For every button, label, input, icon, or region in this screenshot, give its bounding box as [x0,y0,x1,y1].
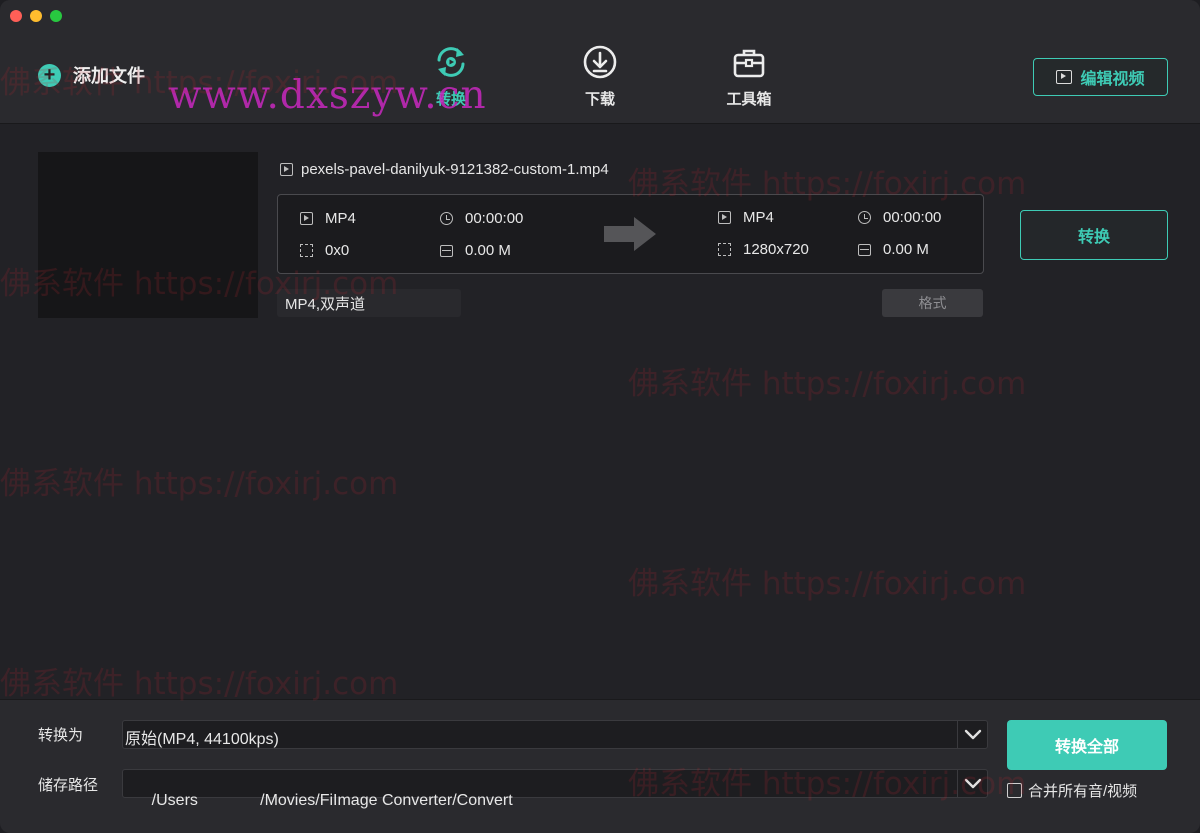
source-duration: 00:00:00 [440,210,523,227]
checkbox-icon[interactable] [1007,783,1022,798]
arrow-right-icon [604,217,656,251]
toolbar: + 添加文件 转换 下载 工具箱 编辑视频 [0,0,1200,124]
file-size-icon [858,243,871,256]
zoom-window-button[interactable] [50,10,62,22]
audio-track-select[interactable]: MP4,双声道 [277,289,461,317]
format-icon [300,212,313,225]
clock-icon [858,211,871,224]
video-file-icon [280,163,293,176]
window-controls [10,10,62,22]
file-size-icon [440,244,453,257]
watermark-text: 佛系软件 https://foxirj.com [628,566,1027,602]
watermark-text: 佛系软件 https://foxirj.com [628,366,1027,402]
convert-all-button[interactable]: 转换全部 [1007,720,1167,770]
tab-convert-label: 转换 [435,91,466,108]
file-name: pexels-pavel-danilyuk-9121382-custom-1.m… [301,161,609,178]
source-duration-value: 00:00:00 [465,210,524,227]
convert-button[interactable]: 转换 [1020,210,1168,260]
convert-refresh-icon [437,47,465,77]
convert-to-label: 转换为 [38,727,84,744]
save-path-select[interactable]: /Users /Movies/FiImage Converter/Convert [122,769,988,809]
close-window-button[interactable] [10,10,22,22]
source-resolution-value: 0x0 [325,242,350,259]
tab-toolbox[interactable]: 工具箱 [709,44,789,109]
target-duration: 00:00:00 [858,209,941,226]
plus-circle-icon: + [38,63,61,87]
target-duration-value: 00:00:00 [883,209,942,226]
file-name-row: pexels-pavel-danilyuk-9121382-custom-1.m… [280,161,609,178]
target-size-value: 0.00 M [883,241,929,258]
source-size-value: 0.00 M [465,242,511,259]
save-path-value: /Users /Movies/FiImage Converter/Convert [151,792,513,809]
add-file-button[interactable]: + 添加文件 [38,62,145,88]
clock-icon [440,212,453,225]
source-format: MP4 [300,210,356,227]
download-icon [583,45,617,79]
format-icon [718,211,731,224]
app-window: + 添加文件 转换 下载 工具箱 编辑视频 pexels-pavel-danil… [0,0,1200,833]
watermark-text: 佛系软件 https://foxirj.com [0,466,399,502]
toolbox-icon [733,49,765,78]
chevron-down-icon[interactable] [957,770,987,797]
format-button[interactable]: 格式 [882,289,983,317]
watermark-text: 佛系软件 https://foxirj.com [0,666,399,702]
save-path-label: 储存路径 [38,777,99,794]
convert-to-value: 原始(MP4, 44100kps) [125,731,279,748]
edit-video-label: 编辑视频 [1080,71,1145,88]
source-format-value: MP4 [325,210,356,227]
target-size: 0.00 M [858,241,929,258]
add-file-label: 添加文件 [73,66,145,86]
file-info-panel: MP4 00:00:00 0x0 0.00 M MP4 00:00:00 128… [277,194,984,274]
target-resolution-value: 1280x720 [743,241,809,258]
merge-all-checkbox[interactable]: 合并所有音/视频 [1007,780,1137,801]
target-format: MP4 [718,209,774,226]
resolution-icon [718,243,731,256]
target-format-value: MP4 [743,209,774,226]
tab-toolbox-label: 工具箱 [726,91,772,108]
chevron-down-icon[interactable] [957,721,987,748]
source-resolution: 0x0 [300,242,349,259]
target-resolution[interactable]: 1280x720 [718,241,809,258]
edit-video-button[interactable]: 编辑视频 [1033,58,1168,96]
resolution-icon [300,244,313,257]
convert-to-select[interactable]: 原始(MP4, 44100kps) [122,720,988,749]
tab-convert[interactable]: 转换 [411,44,491,109]
source-size: 0.00 M [440,242,511,259]
minimize-window-button[interactable] [30,10,42,22]
tab-download[interactable]: 下载 [560,44,640,109]
video-thumbnail[interactable] [38,152,258,318]
tab-download-label: 下载 [584,91,615,108]
merge-label: 合并所有音/视频 [1028,783,1138,800]
edit-video-icon [1056,70,1073,84]
